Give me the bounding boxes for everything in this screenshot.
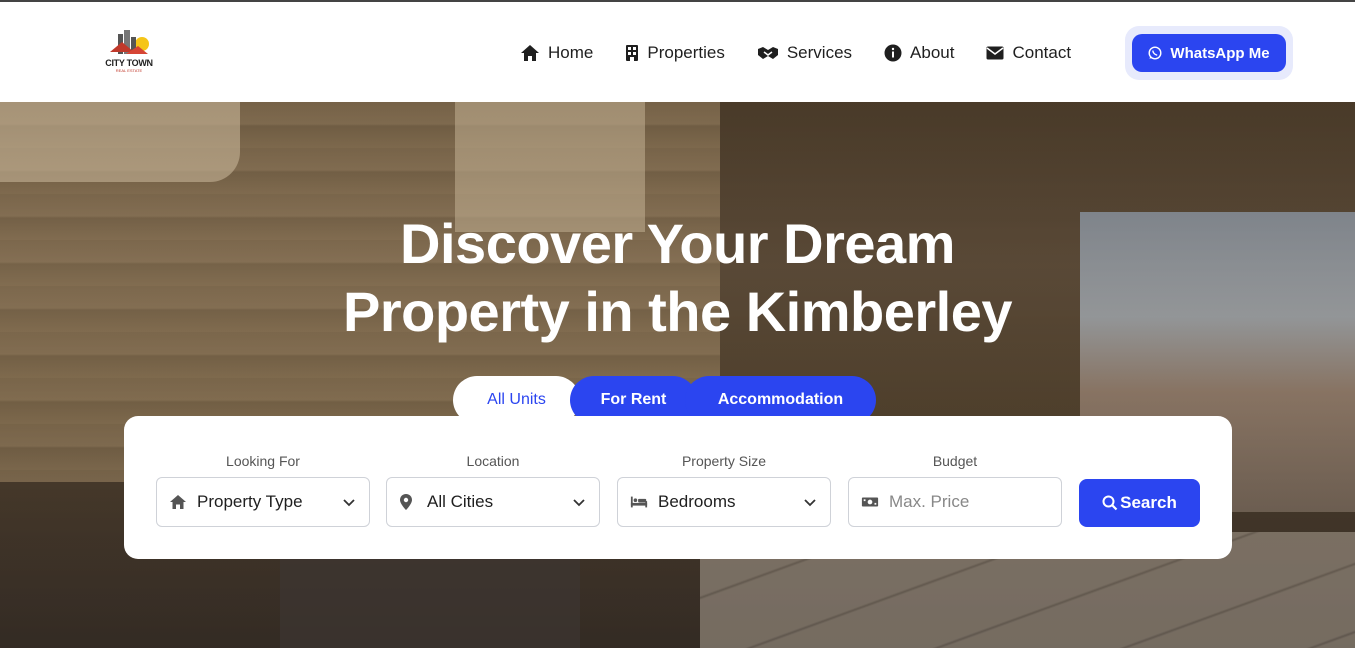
nav-contact[interactable]: Contact xyxy=(986,40,1071,66)
navbar: CITY TOWN REAL ESTATE Home Properties Se… xyxy=(0,2,1355,102)
chevron-down-icon xyxy=(804,499,816,507)
max-price-input[interactable]: Max. Price xyxy=(848,477,1062,527)
logo-name: CITY TOWN xyxy=(105,58,153,68)
info-icon xyxy=(884,44,902,62)
property-type-value: Property Type xyxy=(197,492,303,511)
bedrooms-value: Bedrooms xyxy=(658,492,736,511)
location-value: All Cities xyxy=(427,492,494,511)
bed-icon xyxy=(630,493,648,511)
building-icon xyxy=(626,45,639,61)
nav-properties-label: Properties xyxy=(647,43,725,62)
whatsapp-button-wrap: WhatsApp Me xyxy=(1125,26,1293,80)
hero-title: Discover Your Dream Property in the Kimb… xyxy=(0,210,1355,346)
whatsapp-label: WhatsApp Me xyxy=(1170,44,1270,62)
logo[interactable]: CITY TOWN REAL ESTATE xyxy=(104,28,156,78)
home-icon xyxy=(521,45,539,61)
nav-services-label: Services xyxy=(786,43,853,62)
field-label: Property Size xyxy=(681,453,767,469)
whatsapp-button[interactable]: WhatsApp Me xyxy=(1132,34,1286,72)
nav-home[interactable]: Home xyxy=(520,40,593,66)
search-card: Looking For Property Type Location All C… xyxy=(124,416,1232,559)
hero-section: Discover Your Dream Property in the Kimb… xyxy=(0,102,1355,648)
hero-title-line2: Property in the Kimberley xyxy=(342,280,1013,343)
handshake-icon xyxy=(757,47,778,59)
bedrooms-select[interactable]: Bedrooms xyxy=(617,477,831,527)
hero-background-oven xyxy=(280,552,580,648)
hero-title-line1: Discover Your Dream xyxy=(400,212,955,275)
field-label: Budget xyxy=(932,453,978,469)
chevron-down-icon xyxy=(343,499,355,507)
nav-about[interactable]: About xyxy=(884,40,954,66)
hero-background-cabinet xyxy=(0,102,240,182)
chevron-down-icon xyxy=(573,499,585,507)
main-nav: Home Properties Services About Contact xyxy=(520,40,1103,66)
search-button-label: Search xyxy=(1120,493,1177,512)
nav-services[interactable]: Services xyxy=(757,40,852,66)
logo-buildings-icon xyxy=(110,30,149,54)
field-label: Location xyxy=(466,453,520,469)
search-button[interactable]: Search xyxy=(1079,479,1200,527)
nav-properties[interactable]: Properties xyxy=(625,40,725,66)
field-label: Looking For xyxy=(226,453,300,469)
whatsapp-icon xyxy=(1148,46,1162,60)
home-icon xyxy=(169,493,187,511)
location-select[interactable]: All Cities xyxy=(386,477,600,527)
search-icon xyxy=(1102,495,1118,511)
nav-contact-label: Contact xyxy=(1012,43,1072,62)
money-icon xyxy=(861,493,879,511)
map-pin-icon xyxy=(399,493,417,511)
nav-home-label: Home xyxy=(548,43,594,62)
nav-about-label: About xyxy=(910,43,955,62)
property-type-select[interactable]: Property Type xyxy=(156,477,370,527)
envelope-icon xyxy=(986,46,1004,60)
logo-tagline: REAL ESTATE xyxy=(115,68,143,73)
max-price-placeholder: Max. Price xyxy=(889,492,970,511)
